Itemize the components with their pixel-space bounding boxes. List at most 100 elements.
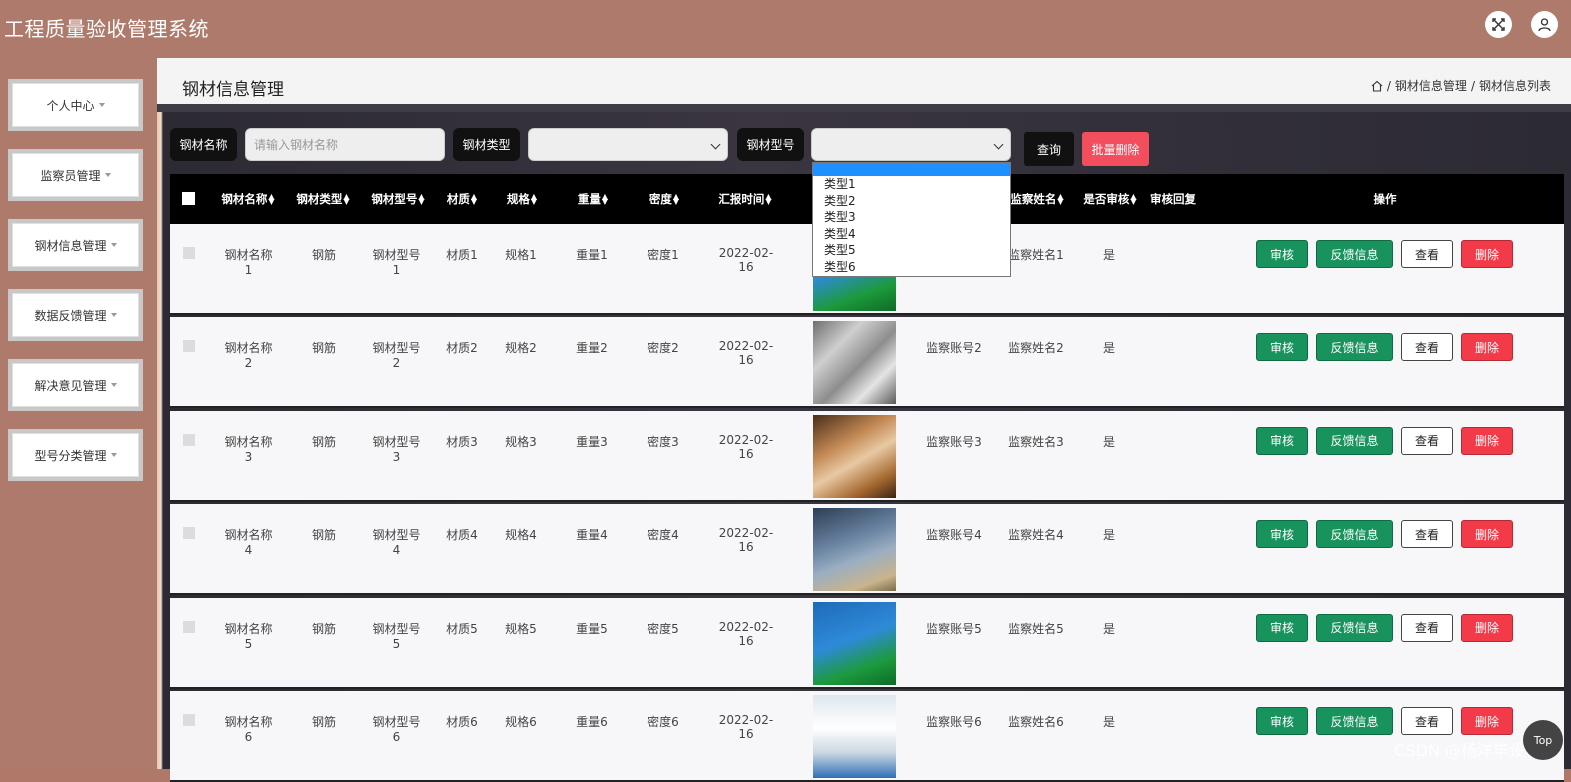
back-to-top-button[interactable]: Top <box>1523 720 1563 760</box>
sort-icon[interactable]: ▲ ▼ <box>1130 193 1136 206</box>
row-checkbox[interactable] <box>183 714 195 726</box>
sort-icon[interactable]: ▲ ▼ <box>471 193 477 206</box>
fullscreen-button[interactable] <box>1485 11 1512 38</box>
column-header[interactable]: 规格 ▲ ▼ <box>502 174 542 224</box>
audit-button[interactable]: 审核 <box>1256 426 1308 455</box>
query-button[interactable]: 查询 <box>1024 132 1074 166</box>
column-header[interactable]: 重量 ▲ ▼ <box>573 174 613 224</box>
row-checkbox[interactable] <box>183 247 195 259</box>
sort-icon[interactable]: ▲ ▼ <box>673 193 679 206</box>
row-checkbox[interactable] <box>183 433 195 446</box>
steel-model-select[interactable] <box>811 128 1011 161</box>
audit-button[interactable]: 审核 <box>1256 240 1308 268</box>
sidebar-item-inspector-management[interactable]: 监察员管理 <box>8 149 143 201</box>
column-header[interactable]: 密度 ▲ ▼ <box>644 174 684 224</box>
column-header[interactable]: 材质 ▲ ▼ <box>442 174 482 224</box>
chevron-down-icon <box>710 139 721 150</box>
sidebar-item-data-feedback-management[interactable]: 数据反馈管理 <box>8 289 143 341</box>
sidebar-item-steel-info-management[interactable]: 钢材信息管理 <box>8 219 143 271</box>
sort-icon[interactable]: ▲ ▼ <box>418 193 424 206</box>
caret-down-icon <box>110 243 117 247</box>
view-button[interactable]: 查看 <box>1401 333 1453 362</box>
cell-audited: 是 <box>1102 248 1115 262</box>
cell-weight: 重量2 <box>576 341 608 356</box>
cell-model: 钢材型号2 <box>372 341 421 371</box>
delete-button[interactable]: 删除 <box>1461 426 1513 455</box>
sidebar-item-label: 钢材信息管理 <box>34 238 107 253</box>
delete-button[interactable]: 删除 <box>1461 333 1513 362</box>
sort-icon[interactable]: ▲ ▼ <box>602 193 608 206</box>
delete-button[interactable]: 删除 <box>1461 613 1513 642</box>
cell-material: 材质5 <box>446 621 478 636</box>
breadcrumb: / 钢材信息管理 / 钢材信息列表 <box>1371 77 1551 94</box>
view-button[interactable]: 查看 <box>1401 707 1453 735</box>
select-all-checkbox[interactable] <box>182 192 195 205</box>
cell-date: 2022-02-16 <box>718 713 774 741</box>
cell-account: 监察账号2 <box>926 341 982 356</box>
steel-model-label: 钢材型号 <box>737 128 804 161</box>
column-header[interactable]: 是否审核 ▲ ▼ <box>1079 174 1141 224</box>
feedback-button[interactable]: 反馈信息 <box>1316 240 1393 268</box>
batch-delete-button[interactable]: 批量删除 <box>1082 132 1149 166</box>
dropdown-option[interactable] <box>813 163 1010 176</box>
steel-image <box>813 508 896 592</box>
sort-icon[interactable]: ▲ ▼ <box>343 193 349 206</box>
user-menu-button[interactable] <box>1531 11 1558 38</box>
cell-spec: 规格5 <box>505 621 537 636</box>
column-header[interactable]: 汇报时间 ▲ ▼ <box>713 174 777 224</box>
feedback-button[interactable]: 反馈信息 <box>1316 613 1393 642</box>
row-checkbox[interactable] <box>183 620 195 633</box>
column-header[interactable]: 钢材名称 ▲ ▼ <box>217 174 279 224</box>
view-button[interactable]: 查看 <box>1401 240 1453 268</box>
steel-type-select[interactable] <box>528 128 728 161</box>
sidebar-item-personal-center[interactable]: 个人中心 <box>8 79 143 131</box>
audit-button[interactable]: 审核 <box>1256 613 1308 642</box>
audit-button[interactable]: 审核 <box>1256 520 1308 549</box>
sidebar-item-solution-management[interactable]: 解决意见管理 <box>8 359 143 411</box>
sort-icon[interactable]: ▲ ▼ <box>765 193 771 206</box>
view-button[interactable]: 查看 <box>1401 613 1453 642</box>
view-button[interactable]: 查看 <box>1401 426 1453 455</box>
cell-audited: 是 <box>1102 434 1115 449</box>
sort-icon[interactable]: ▲ ▼ <box>1057 193 1063 206</box>
caret-down-icon <box>110 313 117 317</box>
dropdown-option[interactable]: 类型6 <box>813 259 1010 276</box>
cell-material: 材质3 <box>446 434 478 449</box>
sidebar-item-model-category-management[interactable]: 型号分类管理 <box>8 429 143 481</box>
cell-material: 材质1 <box>446 248 478 262</box>
feedback-button[interactable]: 反馈信息 <box>1316 333 1393 362</box>
feedback-button[interactable]: 反馈信息 <box>1316 426 1393 455</box>
steel-image <box>813 414 896 498</box>
dropdown-option[interactable]: 类型2 <box>813 193 1010 210</box>
column-header[interactable]: 钢材类型 ▲ ▼ <box>292 174 354 224</box>
column-header[interactable]: 钢材型号 ▲ ▼ <box>367 174 429 224</box>
cell-inspector: 监察姓名2 <box>1008 341 1064 356</box>
audit-button[interactable]: 审核 <box>1256 707 1308 735</box>
sort-icon[interactable]: ▲ ▼ <box>268 193 274 206</box>
breadcrumb-separator: / <box>1386 78 1391 93</box>
breadcrumb-item[interactable]: 钢材信息管理 <box>1395 77 1467 94</box>
delete-button[interactable]: 删除 <box>1461 240 1513 268</box>
delete-button[interactable]: 删除 <box>1461 520 1513 549</box>
dropdown-option[interactable]: 类型4 <box>813 226 1010 243</box>
steel-model-dropdown-list[interactable]: 类型1 类型2 类型3 类型4 类型5 类型6 <box>812 162 1011 277</box>
feedback-button[interactable]: 反馈信息 <box>1316 520 1393 549</box>
cell-inspector: 监察姓名1 <box>1008 248 1064 262</box>
feedback-button[interactable]: 反馈信息 <box>1316 707 1393 735</box>
home-icon[interactable] <box>1371 80 1383 92</box>
dropdown-option[interactable]: 类型5 <box>813 242 1010 259</box>
dropdown-option[interactable]: 类型1 <box>813 176 1010 193</box>
delete-button[interactable]: 删除 <box>1461 707 1513 735</box>
column-header: 审核回复 <box>1150 192 1196 206</box>
sort-icon[interactable]: ▲ ▼ <box>531 193 537 206</box>
view-button[interactable]: 查看 <box>1401 520 1453 549</box>
sidebar-item-label: 个人中心 <box>46 98 95 113</box>
steel-name-input[interactable]: 请输入钢材名称 <box>245 128 445 161</box>
dropdown-option[interactable]: 类型3 <box>813 209 1010 226</box>
column-header[interactable]: 监察姓名 ▲ ▼ <box>1006 174 1068 224</box>
row-checkbox[interactable] <box>183 340 195 353</box>
row-checkbox[interactable] <box>183 527 195 540</box>
cell-inspector: 监察姓名6 <box>1008 715 1064 729</box>
audit-button[interactable]: 审核 <box>1256 333 1308 362</box>
cell-audited: 是 <box>1102 715 1115 729</box>
